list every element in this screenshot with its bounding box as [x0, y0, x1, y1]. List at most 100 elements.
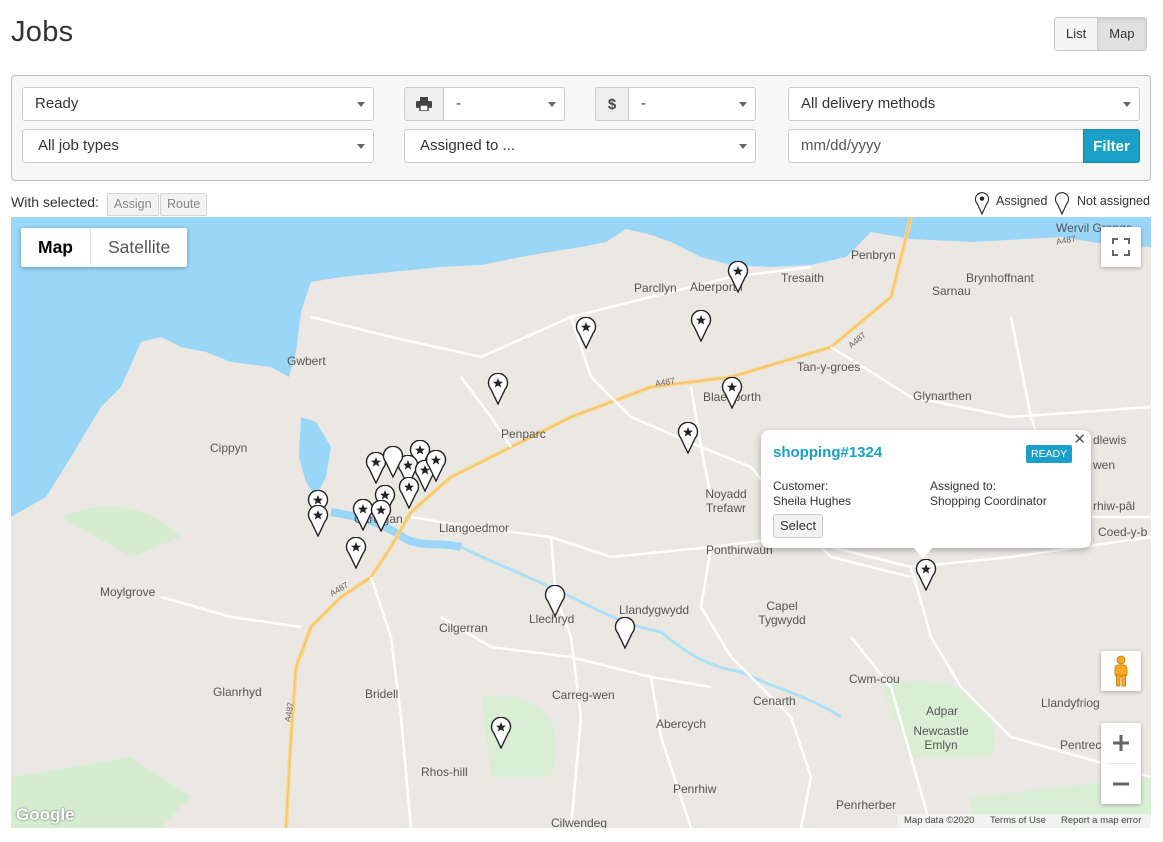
map-view[interactable]: Wervil Grange Penbryn Parcllyn Aberporth…: [11, 217, 1151, 828]
chevron-down-icon: [548, 102, 556, 107]
not-assigned-pin-icon: [1054, 192, 1070, 215]
info-window-tail: [913, 547, 933, 559]
place-label: Gwbert: [287, 354, 326, 368]
chevron-down-icon: [357, 102, 365, 107]
assigned-job-pin[interactable]: [915, 559, 937, 591]
delivery-method-select[interactable]: All delivery methods: [788, 87, 1140, 121]
assigned-job-pin[interactable]: [425, 450, 447, 482]
report-map-error-link[interactable]: Report a map error: [1061, 815, 1141, 826]
assign-button[interactable]: Assign: [107, 193, 159, 216]
view-toggle: List Map: [1054, 17, 1147, 51]
printer-icon: [404, 87, 444, 121]
dollar-icon: $: [595, 87, 629, 121]
unassigned-job-pin[interactable]: [614, 617, 636, 649]
customer-name: Sheila Hughes: [773, 494, 852, 508]
date-input[interactable]: mm/dd/yyyy: [788, 129, 1084, 163]
print-select[interactable]: -: [444, 87, 565, 121]
unassigned-job-pin[interactable]: [544, 585, 566, 617]
assigned-job-pin[interactable]: [487, 373, 509, 405]
place-label: Moylgrove: [100, 585, 156, 599]
assigned-pin-icon: [974, 192, 990, 215]
place-label: Tresaith: [781, 271, 824, 285]
assigned-job-pin[interactable]: [370, 500, 392, 532]
legend-assigned: Assigned: [996, 194, 1048, 208]
place-label: Penbryn: [851, 248, 896, 262]
assigned-job-pin[interactable]: [575, 317, 597, 349]
status-badge: READY: [1026, 445, 1073, 463]
chevron-down-icon: [1123, 102, 1131, 107]
status-select[interactable]: Ready: [22, 87, 374, 121]
place-label: Glynarthen: [913, 389, 972, 403]
place-label: Cenarth: [753, 694, 796, 708]
fullscreen-icon[interactable]: [1101, 227, 1141, 267]
map-type-satellite[interactable]: Satellite: [90, 228, 187, 267]
delivery-method-value: All delivery methods: [801, 95, 936, 112]
place-label: Glanrhyd: [213, 685, 262, 699]
pegman-icon[interactable]: [1101, 651, 1141, 691]
route-button[interactable]: Route: [160, 193, 208, 216]
place-label: Brynhoffnant: [966, 271, 1034, 285]
place-label: Penrhiw: [673, 782, 717, 796]
minus-icon[interactable]: [1101, 764, 1141, 804]
place-label: Coed-y-b: [1098, 525, 1148, 539]
place-label: Capel Tygwydd: [758, 599, 806, 627]
assigned-job-pin[interactable]: [345, 537, 367, 569]
chevron-down-icon: [739, 144, 747, 149]
map-type-control: Map Satellite: [21, 228, 188, 267]
place-label: Cilwendeg: [551, 816, 608, 828]
plus-icon[interactable]: [1101, 723, 1141, 763]
place-label: wen: [1093, 458, 1116, 472]
assigned-job-pin[interactable]: [690, 310, 712, 342]
filter-panel: Ready - $ - All delivery methods All job…: [11, 75, 1151, 181]
job-id-link[interactable]: shopping#1324: [773, 444, 882, 461]
place-label: Newcastle Emlyn: [913, 724, 969, 752]
job-info-window: ✕ shopping#1324 READY Customer: Sheila H…: [761, 430, 1091, 548]
list-view-button[interactable]: List: [1055, 18, 1098, 50]
place-label: Llandygwydd: [619, 603, 690, 617]
assigned-to-name: Shopping Coordinator: [930, 494, 1047, 508]
assigned-job-pin[interactable]: [677, 422, 699, 454]
zoom-control: [1101, 723, 1141, 804]
filter-button[interactable]: Filter: [1083, 129, 1140, 163]
place-label: Penparc: [501, 427, 546, 441]
chevron-down-icon: [357, 144, 365, 149]
place-label: dlewis: [1093, 433, 1127, 447]
place-label: Llandyfriog: [1041, 696, 1100, 710]
unassigned-job-pin[interactable]: [382, 446, 404, 478]
map-type-map[interactable]: Map: [21, 228, 90, 267]
assigned-job-pin[interactable]: [490, 717, 512, 749]
status-select-value: Ready: [35, 95, 79, 112]
place-label: Bridell: [365, 687, 399, 701]
select-job-button[interactable]: Select: [773, 514, 824, 538]
assigned-to-value: Assigned to ...: [420, 137, 516, 154]
place-label: Llangoedmor: [439, 521, 510, 535]
google-logo: Google: [16, 805, 75, 824]
payment-select[interactable]: -: [629, 87, 756, 121]
customer-label: Customer:: [773, 479, 829, 493]
place-label: Tan-y-groes: [797, 360, 861, 374]
date-input-placeholder: mm/dd/yyyy: [801, 137, 882, 154]
assigned-to-select[interactable]: Assigned to ...: [404, 129, 756, 163]
place-label: Penrherber: [836, 798, 897, 812]
place-label: Noyadd Trefawr: [705, 487, 747, 515]
assigned-job-pin[interactable]: [721, 377, 743, 409]
assigned-job-pin[interactable]: [727, 261, 749, 293]
place-label: Cippyn: [210, 441, 248, 455]
job-type-select[interactable]: All job types: [22, 129, 374, 163]
legend-not-assigned: Not assigned: [1077, 194, 1150, 208]
assigned-job-pin[interactable]: [307, 505, 329, 537]
close-icon[interactable]: ✕: [1073, 430, 1086, 448]
place-label: Parcllyn: [634, 281, 677, 295]
place-label: Abercych: [656, 717, 707, 731]
map-data-attribution: Map data ©2020: [904, 815, 975, 826]
with-selected-label: With selected:: [11, 194, 99, 210]
place-label: Rhos-hill: [421, 765, 468, 779]
map-view-button[interactable]: Map: [1097, 18, 1146, 50]
terms-of-use-link[interactable]: Terms of Use: [990, 815, 1046, 826]
assigned-to-label: Assigned to:: [930, 479, 997, 493]
chevron-down-icon: [739, 102, 747, 107]
place-label: Cilgerran: [439, 621, 488, 635]
place-label: Carreg-wen: [552, 688, 615, 702]
assigned-job-pin[interactable]: [398, 477, 420, 509]
page-title: Jobs: [11, 16, 74, 48]
